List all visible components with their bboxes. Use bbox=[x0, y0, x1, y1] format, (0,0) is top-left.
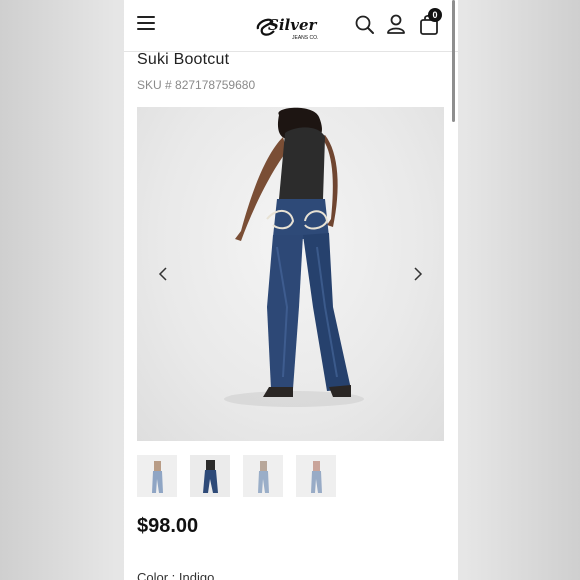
product-title: Suki Bootcut bbox=[137, 51, 230, 68]
mobile-page: Silver JEANS CO. 0 Suki Bootcut SKU # 82… bbox=[124, 0, 458, 580]
thumbnail-strip bbox=[137, 455, 444, 497]
sku-label: SKU # bbox=[137, 78, 172, 92]
product-main-image[interactable] bbox=[137, 107, 444, 441]
logo-subtext: JEANS CO. bbox=[292, 35, 318, 41]
thumbnail-3[interactable] bbox=[243, 455, 283, 497]
sku-value: 827178759680 bbox=[175, 78, 256, 92]
logo-text: Silver bbox=[268, 16, 317, 34]
thumbnail-1[interactable] bbox=[137, 455, 177, 497]
chevron-right-icon[interactable] bbox=[408, 263, 428, 285]
product-price: $98.00 bbox=[137, 515, 199, 537]
chevron-left-icon[interactable] bbox=[153, 263, 173, 285]
scrollbar[interactable] bbox=[452, 0, 455, 122]
silver-jeans-logo[interactable]: Silver JEANS CO. bbox=[254, 9, 328, 43]
cart-count-badge: 0 bbox=[428, 8, 442, 22]
model-photo bbox=[224, 107, 364, 407]
color-label: Color : Indigo bbox=[137, 570, 215, 580]
user-icon[interactable] bbox=[386, 13, 406, 35]
thumbnail-4[interactable] bbox=[296, 455, 336, 497]
hamburger-menu-icon[interactable] bbox=[137, 16, 155, 32]
thumbnail-2[interactable] bbox=[190, 455, 230, 497]
site-header: Silver JEANS CO. 0 bbox=[124, 0, 458, 52]
search-icon[interactable] bbox=[354, 14, 376, 36]
sku-row: SKU # 827178759680 bbox=[137, 78, 255, 92]
